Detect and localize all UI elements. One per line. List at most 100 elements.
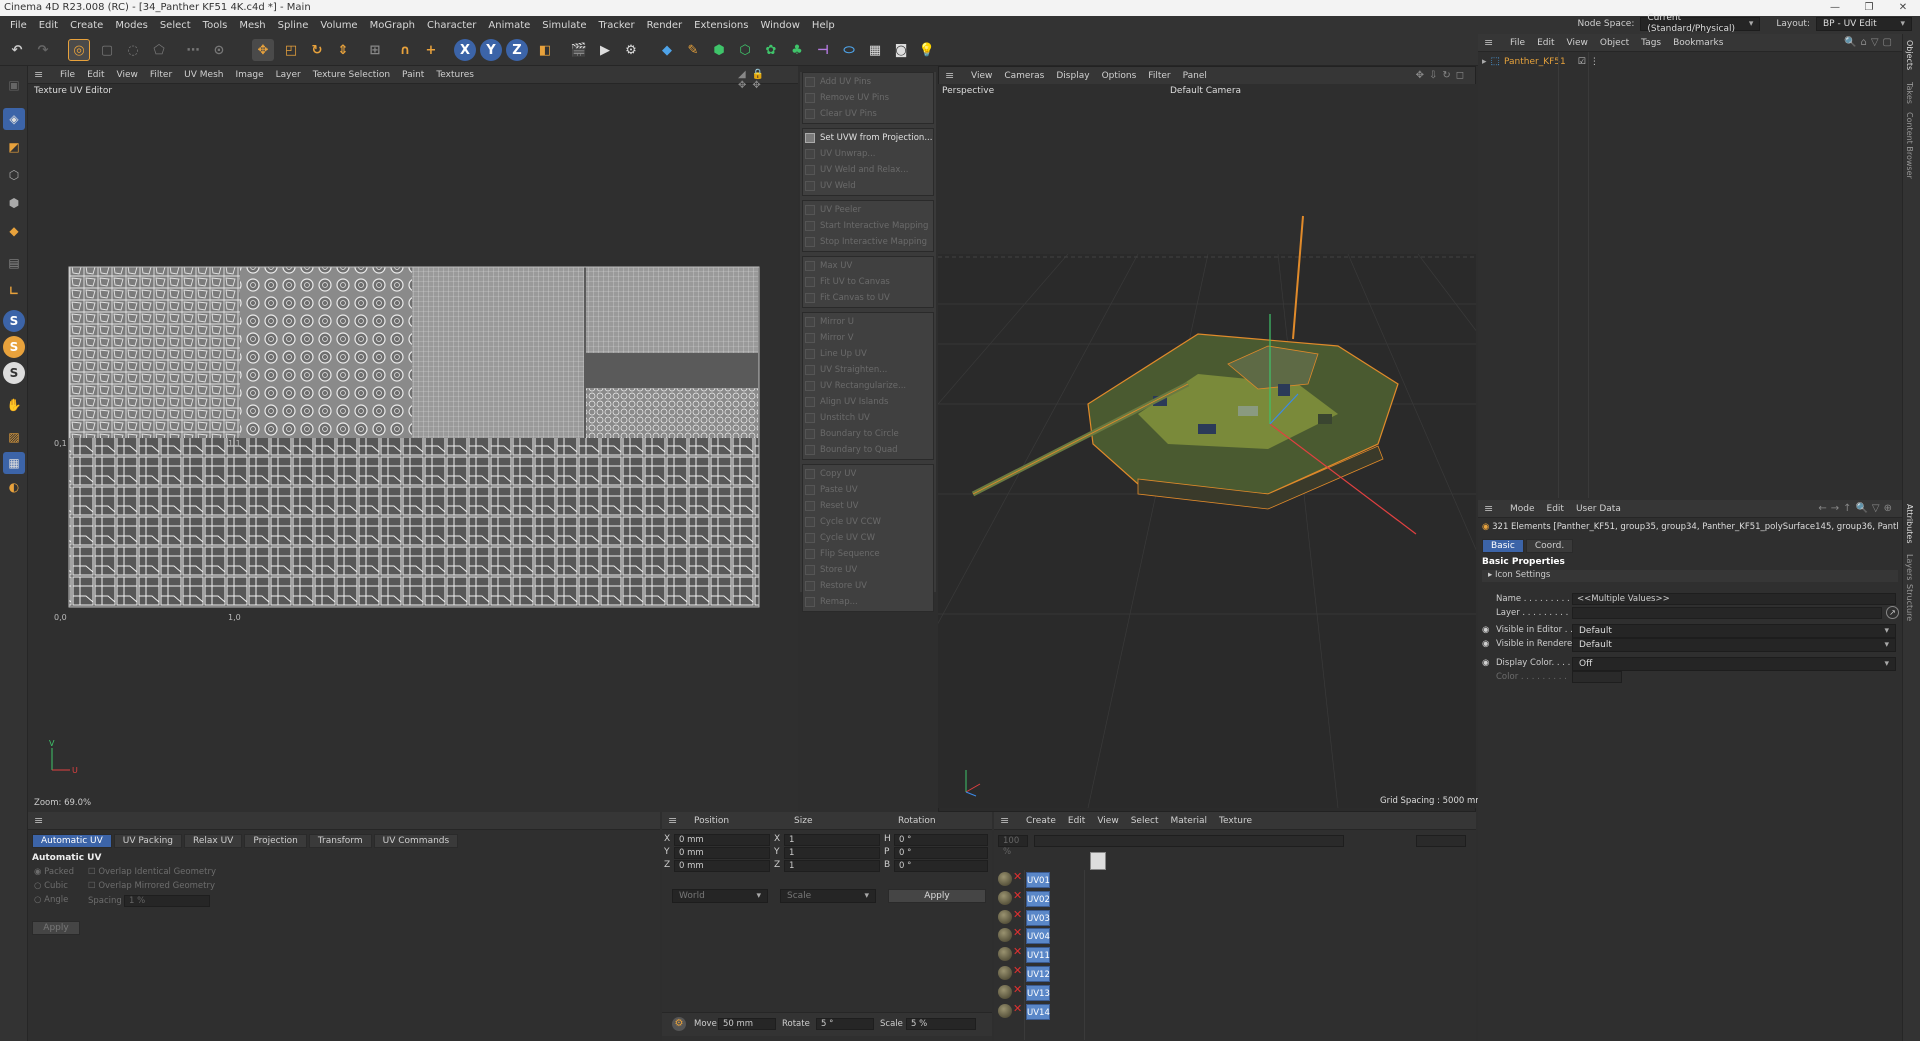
om-menu-edit[interactable]: Edit xyxy=(1531,38,1560,48)
generator-icon[interactable]: ⬡ xyxy=(734,39,756,61)
uv-command-button[interactable]: Cycle UV CW xyxy=(802,530,934,546)
solo-icon[interactable]: S xyxy=(3,310,25,332)
menu-animate[interactable]: Animate xyxy=(482,20,536,31)
lasso-selection-icon[interactable]: ◌ xyxy=(122,39,144,61)
uv-command-button[interactable]: Remove UV Pins xyxy=(802,90,934,106)
om-menu-tags[interactable]: Tags xyxy=(1635,38,1667,48)
menu-render[interactable]: Render xyxy=(641,20,689,31)
uv-canvas[interactable]: 0,1 1,1 0,0 1,0 V U xyxy=(28,96,798,796)
render-settings-icon[interactable]: ⚙ xyxy=(620,39,642,61)
uv-menu-view[interactable]: View xyxy=(111,70,144,80)
option-angle[interactable]: ○ Angle xyxy=(34,895,68,905)
object-name-label[interactable]: Panther_KF51 xyxy=(1504,57,1566,67)
attr-menu-user-data[interactable]: User Data xyxy=(1570,504,1627,514)
transform-tool-icon[interactable]: ⇕ xyxy=(332,39,354,61)
uv-command-button[interactable]: Mirror U xyxy=(802,314,934,330)
magnet-icon[interactable]: ∩ xyxy=(394,39,416,61)
scale-tool-icon[interactable]: ◰ xyxy=(280,39,302,61)
x-axis-icon[interactable]: X xyxy=(454,39,476,61)
attr-menu-edit[interactable]: Edit xyxy=(1541,504,1570,514)
layout-dropdown[interactable]: BP - UV Edit xyxy=(1816,17,1912,31)
rotation-field[interactable]: 0 ° xyxy=(894,847,988,859)
snap-icon[interactable]: ✋ xyxy=(3,394,25,416)
mm-menu-texture[interactable]: Texture xyxy=(1213,816,1258,826)
tab-uv-packing[interactable]: UV Packing xyxy=(113,834,182,848)
uv-menu-textures[interactable]: Textures xyxy=(430,70,480,80)
matmgr-panel-menu-icon[interactable]: ≡ xyxy=(1000,814,1014,827)
selection-filter-icon[interactable]: ⋯ xyxy=(182,39,204,61)
rotation-field[interactable]: 0 ° xyxy=(894,834,988,846)
tab-basic[interactable]: Basic xyxy=(1482,539,1524,553)
uv-command-button[interactable]: Fit UV to Canvas xyxy=(802,274,934,290)
pen-icon[interactable]: ✎ xyxy=(682,39,704,61)
uv-command-button[interactable]: Boundary to Quad xyxy=(802,442,934,458)
layer-visibility-icon[interactable]: ☑ xyxy=(1578,57,1586,67)
display-color-dropdown[interactable]: Off xyxy=(1572,657,1896,671)
visible-renderer-radio-icon[interactable]: ◉ xyxy=(1482,639,1489,649)
deformer-icon[interactable]: ♣ xyxy=(786,39,808,61)
vp-menu-filter[interactable]: Filter xyxy=(1142,71,1176,81)
tab-uv-commands[interactable]: UV Commands xyxy=(373,834,459,848)
maximize-button[interactable]: ❐ xyxy=(1852,0,1886,16)
move-tool-icon[interactable]: ✥ xyxy=(252,39,274,61)
uv-command-button[interactable]: Restore UV xyxy=(802,578,934,594)
mm-menu-select[interactable]: Select xyxy=(1125,816,1165,826)
light-icon[interactable]: 💡 xyxy=(916,39,938,61)
object-dots-icon[interactable]: ⋮ xyxy=(1590,57,1599,67)
position-field[interactable]: 0 mm xyxy=(674,847,770,859)
uv-command-button[interactable]: Flip Sequence xyxy=(802,546,934,562)
spacing-field[interactable]: 1 % xyxy=(124,895,210,907)
render-view-icon[interactable]: ▶ xyxy=(594,39,616,61)
uv-command-button[interactable]: Paste UV xyxy=(802,482,934,498)
coords-panel-menu-icon[interactable]: ≡ xyxy=(668,814,682,827)
node-space-dropdown[interactable]: Current (Standard/Physical) xyxy=(1640,13,1761,34)
visible-renderer-dropdown[interactable]: Default xyxy=(1572,638,1896,652)
texture-mode-icon[interactable]: ◩ xyxy=(3,136,25,158)
uv-command-button[interactable]: Start Interactive Mapping xyxy=(802,218,934,234)
menu-file[interactable]: File xyxy=(4,20,33,31)
make-editable-icon[interactable]: ▣ xyxy=(3,74,25,96)
tab-objects[interactable]: Objects xyxy=(1905,40,1914,70)
uv-menu-paint[interactable]: Paint xyxy=(396,70,430,80)
visible-editor-dropdown[interactable]: Default xyxy=(1572,624,1896,638)
solo-hierarchy-icon[interactable]: S xyxy=(3,336,25,358)
uv-command-button[interactable]: Set UVW from Projection... xyxy=(802,130,934,146)
add-tool-icon[interactable]: + xyxy=(420,39,442,61)
uv-command-button[interactable]: UV Straighten... xyxy=(802,362,934,378)
grid-icon[interactable]: ▦ xyxy=(3,452,25,474)
uv-tag-item[interactable]: UV11 xyxy=(1026,947,1050,964)
display-color-radio-icon[interactable]: ◉ xyxy=(1482,658,1489,668)
option-cubic[interactable]: ○ Cubic xyxy=(34,881,68,891)
om-menu-object[interactable]: Object xyxy=(1594,38,1635,48)
coordinates-apply-button[interactable]: Apply xyxy=(888,889,986,903)
menu-create[interactable]: Create xyxy=(64,20,109,31)
uv-command-button[interactable]: Unstitch UV xyxy=(802,410,934,426)
tab-takes[interactable]: Takes xyxy=(1905,82,1914,104)
attr-menu-mode[interactable]: Mode xyxy=(1504,504,1541,514)
uv-tag-item[interactable]: UV13 xyxy=(1026,984,1050,1001)
menu-help[interactable]: Help xyxy=(806,20,841,31)
rotation-field[interactable]: 0 ° xyxy=(894,860,988,872)
menu-mesh[interactable]: Mesh xyxy=(233,20,271,31)
viewport-camera-label[interactable]: Default Camera xyxy=(1170,86,1241,96)
undo-icon[interactable]: ↶ xyxy=(6,39,28,61)
tab-content-browser[interactable]: Content Browser xyxy=(1905,112,1914,179)
scale-step-field[interactable]: 5 % xyxy=(906,1018,976,1030)
polygons-mode-icon[interactable]: ◆ xyxy=(3,220,25,242)
minimize-button[interactable]: — xyxy=(1818,0,1852,16)
tab-projection[interactable]: Projection xyxy=(244,834,307,848)
rotate-step-field[interactable]: 5 ° xyxy=(816,1018,874,1030)
menu-tracker[interactable]: Tracker xyxy=(592,20,640,31)
menu-simulate[interactable]: Simulate xyxy=(536,20,592,31)
visible-editor-radio-icon[interactable]: ◉ xyxy=(1482,625,1489,635)
rotate-tool-icon[interactable]: ↻ xyxy=(306,39,328,61)
poly-selection-icon[interactable]: ⬠ xyxy=(148,39,170,61)
position-field[interactable]: 0 mm xyxy=(674,834,770,846)
material-ball-icon[interactable] xyxy=(998,890,1012,905)
material-ball-icon[interactable] xyxy=(998,872,1012,886)
menu-volume[interactable]: Volume xyxy=(314,20,363,31)
uv-command-button[interactable]: UV Peeler xyxy=(802,202,934,218)
uv-command-button[interactable]: Cycle UV CCW xyxy=(802,514,934,530)
uv-tag-item[interactable]: UV14 xyxy=(1026,1003,1050,1020)
size-mode-dropdown[interactable]: Scale xyxy=(780,889,876,903)
